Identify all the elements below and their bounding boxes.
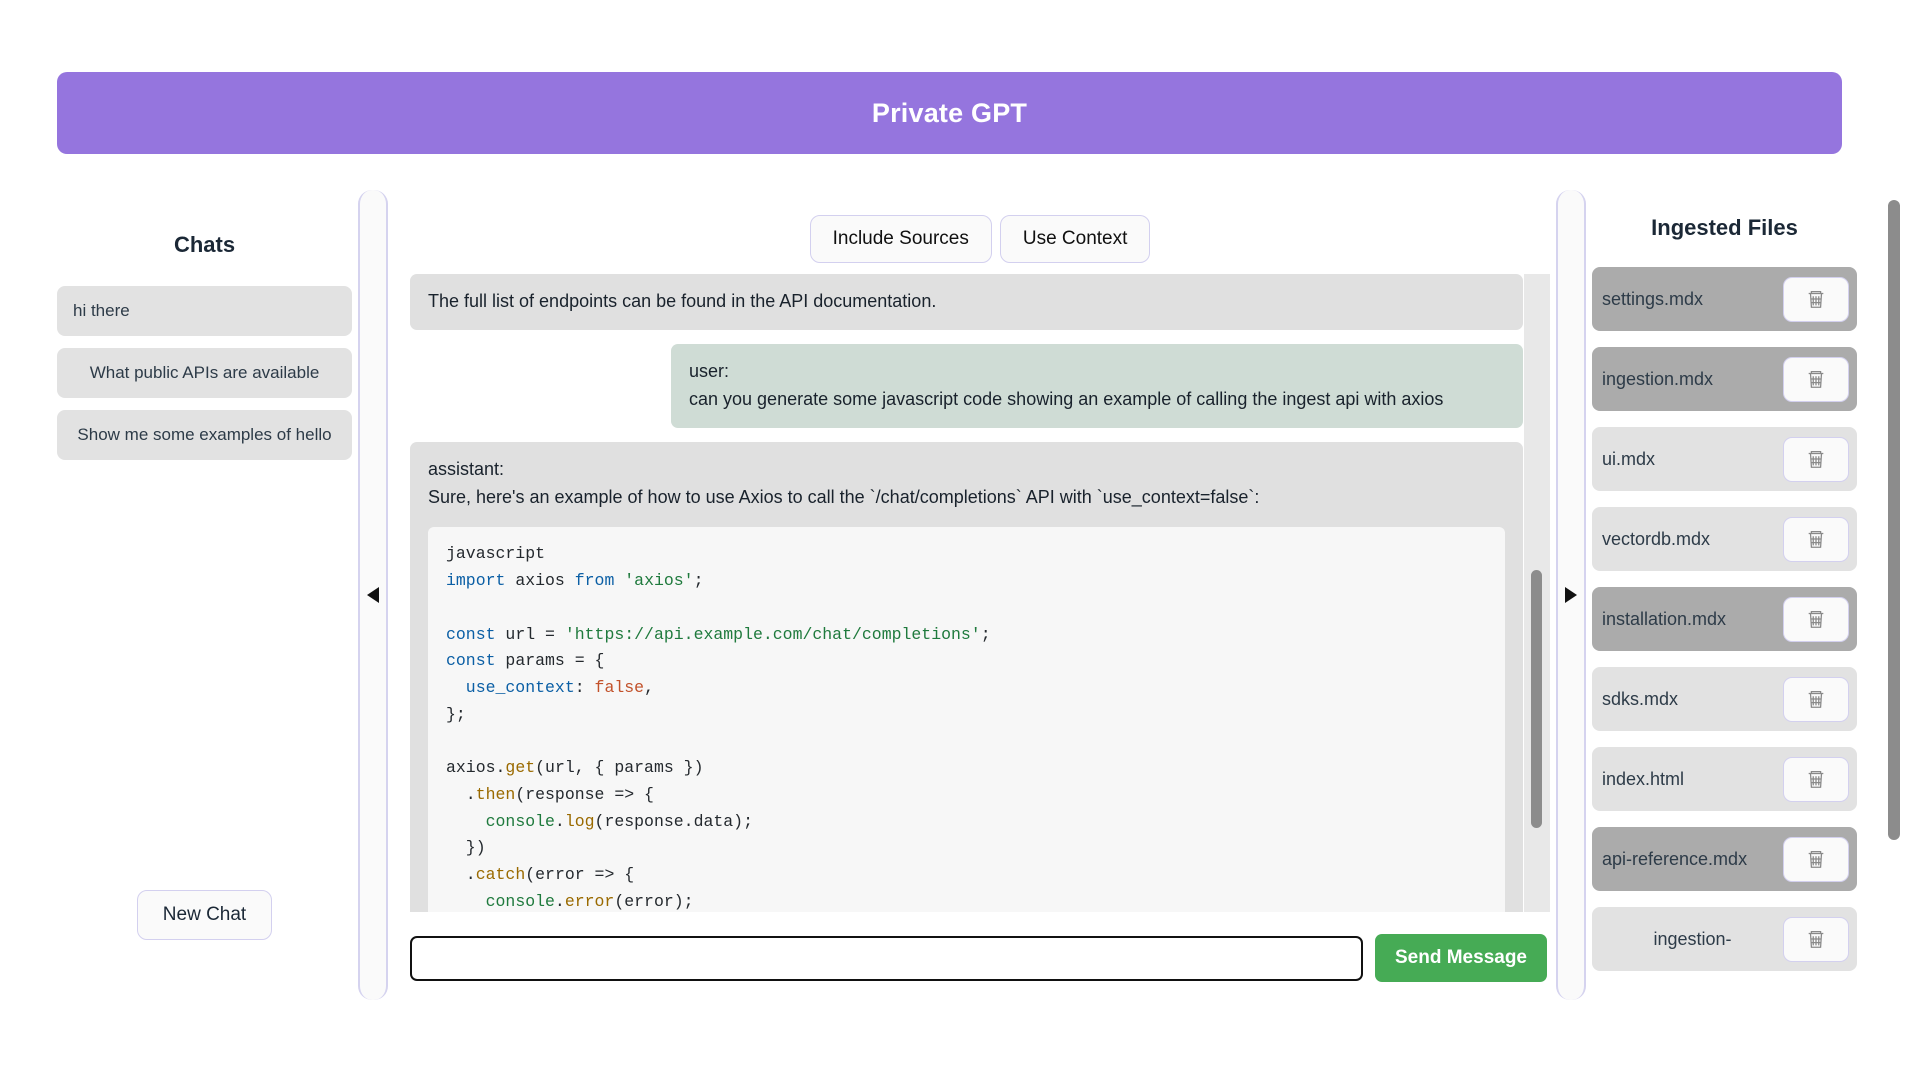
file-name-label: ui.mdx: [1602, 449, 1783, 470]
ingested-files-scrollbar[interactable]: [1886, 200, 1902, 1000]
chat-list-item[interactable]: hi there: [57, 286, 352, 336]
trash-icon[interactable]: [1783, 277, 1849, 322]
app-header: Private GPT: [57, 72, 1842, 154]
spacer: [410, 428, 1523, 442]
message-speaker: assistant:: [428, 456, 1505, 484]
ingested-files-sidebar: Ingested Files settings.mdx ingestion.md…: [1592, 190, 1857, 1000]
file-name-label: ingestion-: [1602, 929, 1783, 950]
trash-icon[interactable]: [1783, 757, 1849, 802]
file-name-label: settings.mdx: [1602, 289, 1783, 310]
new-chat-button[interactable]: New Chat: [137, 890, 272, 940]
code-language-label: javascript: [446, 544, 545, 563]
file-name-label: ingestion.mdx: [1602, 369, 1783, 390]
right-sidebar-collapse-handle[interactable]: [1556, 190, 1586, 1000]
chat-main-panel: Include Sources Use Context The full lis…: [410, 190, 1550, 1000]
trash-icon[interactable]: [1783, 677, 1849, 722]
file-list-item[interactable]: api-reference.mdx: [1592, 827, 1857, 891]
file-list-item[interactable]: ingestion-: [1592, 907, 1857, 971]
file-name-label: index.html: [1602, 769, 1783, 790]
chat-list-item[interactable]: What public APIs are available: [57, 348, 352, 398]
chats-heading: Chats: [57, 232, 352, 258]
file-list-item[interactable]: index.html: [1592, 747, 1857, 811]
trash-icon[interactable]: [1783, 917, 1849, 962]
new-chat-container: New Chat: [57, 890, 352, 940]
file-list-item[interactable]: installation.mdx: [1592, 587, 1857, 651]
file-name-label: sdks.mdx: [1602, 689, 1783, 710]
page-title: Private GPT: [872, 98, 1027, 129]
message-speaker: user:: [689, 358, 1505, 386]
chat-list-item[interactable]: Show me some examples of hello: [57, 410, 352, 460]
file-list-item[interactable]: sdks.mdx: [1592, 667, 1857, 731]
trash-icon[interactable]: [1783, 437, 1849, 482]
message-text: Sure, here's an example of how to use Ax…: [428, 484, 1505, 512]
message-input-bar: Send Message: [410, 934, 1547, 982]
user-message: user: can you generate some javascript c…: [671, 344, 1523, 428]
file-name-label: api-reference.mdx: [1602, 849, 1783, 870]
trash-icon[interactable]: [1783, 597, 1849, 642]
chats-sidebar: Chats hi there What public APIs are avai…: [57, 190, 352, 1000]
ingested-files-heading: Ingested Files: [1592, 215, 1857, 241]
chat-item-label: Show me some examples of hello: [77, 423, 331, 447]
file-list-item[interactable]: settings.mdx: [1592, 267, 1857, 331]
triangle-left-icon: [367, 587, 379, 603]
app-root: Private GPT Chats hi there What public A…: [0, 0, 1920, 1080]
chat-scrollbar[interactable]: [1524, 274, 1550, 912]
file-name-label: vectordb.mdx: [1602, 529, 1783, 550]
chat-scrollbar-thumb[interactable]: [1531, 570, 1542, 828]
chat-item-label: What public APIs are available: [90, 361, 320, 385]
code-block: javascript import axios from 'axios'; co…: [428, 527, 1505, 912]
trash-icon[interactable]: [1783, 517, 1849, 562]
message-text: can you generate some javascript code sh…: [689, 386, 1505, 414]
file-list-item[interactable]: vectordb.mdx: [1592, 507, 1857, 571]
use-context-button[interactable]: Use Context: [1000, 215, 1151, 263]
assistant-message: assistant: Sure, here's an example of ho…: [410, 442, 1523, 912]
chat-item-label: hi there: [73, 299, 130, 323]
message-scroll-area: The full list of endpoints can be found …: [410, 274, 1523, 912]
include-sources-button[interactable]: Include Sources: [810, 215, 992, 263]
file-list: settings.mdx ingestion.mdx: [1592, 267, 1857, 971]
triangle-right-icon: [1565, 587, 1577, 603]
chat-list: hi there What public APIs are available …: [57, 286, 352, 460]
file-name-label: installation.mdx: [1602, 609, 1783, 630]
message-text: The full list of endpoints can be found …: [428, 288, 1505, 316]
mode-button-group: Include Sources Use Context: [410, 215, 1550, 263]
assistant-message: The full list of endpoints can be found …: [410, 274, 1523, 330]
file-list-item[interactable]: ingestion.mdx: [1592, 347, 1857, 411]
message-input[interactable]: [410, 936, 1363, 981]
trash-icon[interactable]: [1783, 837, 1849, 882]
ingested-files-scrollbar-thumb[interactable]: [1888, 200, 1900, 840]
send-message-button[interactable]: Send Message: [1375, 934, 1547, 982]
file-list-item[interactable]: ui.mdx: [1592, 427, 1857, 491]
trash-icon[interactable]: [1783, 357, 1849, 402]
left-sidebar-collapse-handle[interactable]: [358, 190, 388, 1000]
